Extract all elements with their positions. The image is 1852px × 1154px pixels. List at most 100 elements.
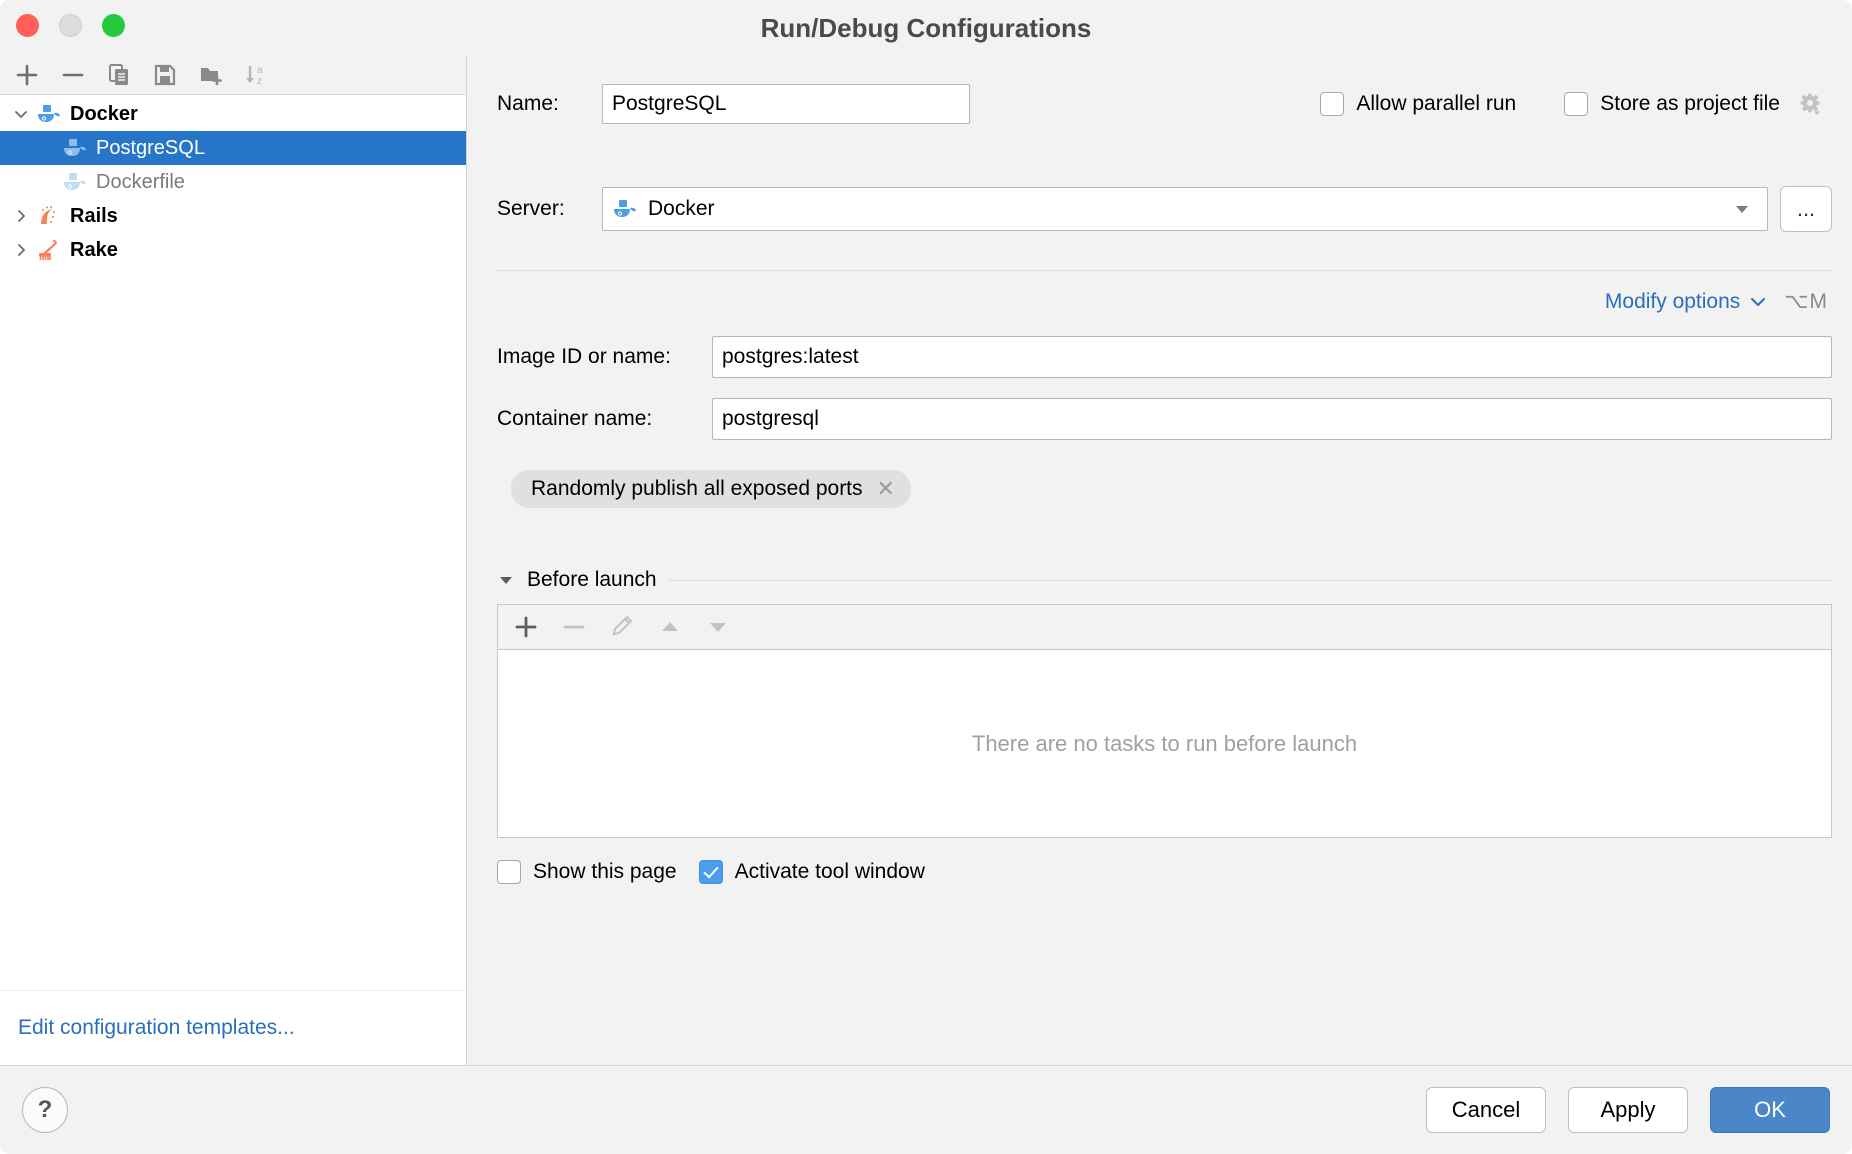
edit-task-button	[604, 610, 640, 644]
help-button[interactable]: ?	[22, 1087, 68, 1133]
server-dropdown-value: Docker	[648, 197, 715, 221]
cancel-label: Cancel	[1452, 1097, 1520, 1123]
image-id-input[interactable]: postgres:latest	[712, 336, 1832, 378]
name-label: Name:	[497, 92, 602, 116]
show-this-page-label: Show this page	[533, 860, 677, 884]
close-icon[interactable]: ✕	[877, 478, 895, 500]
chevron-down-icon[interactable]	[1748, 292, 1768, 312]
name-input-value: PostgreSQL	[612, 92, 726, 116]
tree-node-label: Docker	[70, 103, 138, 126]
section-rule	[669, 580, 1832, 581]
copy-configuration-button[interactable]	[102, 60, 136, 90]
activate-tool-window-checkbox[interactable]	[699, 860, 723, 884]
triangle-down-icon[interactable]	[497, 571, 515, 589]
image-id-row: Image ID or name: postgres:latest	[497, 336, 1832, 378]
store-as-project-file-checkbox-row[interactable]: Store as project file	[1564, 91, 1824, 117]
traffic-lights	[16, 14, 125, 37]
add-configuration-button[interactable]	[10, 60, 44, 90]
tree-node-postgresql[interactable]: PostgreSQL	[0, 131, 466, 165]
chevron-down-icon[interactable]	[8, 106, 34, 122]
form-divider	[497, 270, 1832, 271]
options-chips-row: Randomly publish all exposed ports ✕	[497, 470, 1832, 508]
docker-whale-icon	[34, 103, 64, 125]
chevron-down-icon[interactable]	[1731, 198, 1767, 220]
configurations-sidebar: a z	[0, 56, 467, 1065]
tree-node-label: PostgreSQL	[96, 137, 205, 160]
before-launch-section-header[interactable]: Before launch	[497, 568, 1832, 592]
configurations-tree[interactable]: Docker PostgreSQL	[0, 95, 466, 990]
chevron-right-icon[interactable]	[8, 242, 34, 258]
add-task-button[interactable]	[508, 610, 544, 644]
store-as-project-file-checkbox[interactable]	[1564, 92, 1588, 116]
option-chip-label: Randomly publish all exposed ports	[531, 477, 863, 501]
apply-button[interactable]: Apply	[1568, 1087, 1688, 1133]
allow-parallel-run-checkbox-row[interactable]: Allow parallel run	[1320, 92, 1516, 116]
configuration-form: Name: PostgreSQL Allow parallel run Stor…	[467, 56, 1852, 1065]
apply-label: Apply	[1600, 1097, 1655, 1123]
move-task-up-button	[652, 610, 688, 644]
svg-text:z: z	[257, 76, 262, 87]
run-debug-configurations-dialog: Run/Debug Configurations	[0, 0, 1852, 1154]
tree-node-rake[interactable]: Rake	[0, 233, 466, 267]
store-as-project-file-label: Store as project file	[1600, 92, 1780, 116]
rake-icon	[34, 238, 64, 262]
close-window-button[interactable]	[16, 14, 39, 37]
container-name-row: Container name: postgresql	[497, 398, 1832, 440]
modify-options-link[interactable]: Modify options	[1605, 290, 1740, 314]
bottom-checkboxes-row: Show this page Activate tool window	[497, 860, 1832, 884]
tree-node-label: Dockerfile	[96, 171, 185, 194]
before-launch-empty-text: There are no tasks to run before launch	[498, 650, 1831, 837]
sort-configurations-button[interactable]: a z	[240, 60, 274, 90]
activate-tool-window-label: Activate tool window	[735, 860, 925, 884]
minimize-window-button[interactable]	[59, 14, 82, 37]
gear-icon[interactable]	[1798, 91, 1824, 117]
ok-label: OK	[1754, 1097, 1786, 1123]
container-name-input[interactable]: postgresql	[712, 398, 1832, 440]
image-id-label: Image ID or name:	[497, 345, 712, 369]
ok-button[interactable]: OK	[1710, 1087, 1830, 1133]
remove-task-button	[556, 610, 592, 644]
name-input[interactable]: PostgreSQL	[602, 84, 970, 124]
chevron-right-icon[interactable]	[8, 208, 34, 224]
help-label: ?	[38, 1096, 53, 1124]
docker-whale-icon	[60, 137, 90, 159]
dialog-body: a z	[0, 56, 1852, 1065]
page-title: Run/Debug Configurations	[0, 13, 1852, 44]
tree-node-dockerfile[interactable]: Dockerfile	[0, 165, 466, 199]
modify-options-shortcut: ⌥M	[1784, 289, 1828, 314]
server-dropdown[interactable]: Docker	[602, 187, 1768, 231]
show-this-page-checkbox-row[interactable]: Show this page	[497, 860, 677, 884]
move-task-down-button	[700, 610, 736, 644]
activate-tool-window-checkbox-row[interactable]: Activate tool window	[699, 860, 925, 884]
show-this-page-checkbox[interactable]	[497, 860, 521, 884]
save-configuration-button[interactable]	[148, 60, 182, 90]
new-folder-button[interactable]	[194, 60, 228, 90]
tree-node-rails[interactable]: Rails	[0, 199, 466, 233]
container-name-label: Container name:	[497, 407, 712, 431]
name-row: Name: PostgreSQL Allow parallel run Stor…	[497, 84, 1832, 124]
modify-options-row: Modify options ⌥M	[497, 289, 1832, 314]
tree-node-docker[interactable]: Docker	[0, 97, 466, 131]
allow-parallel-run-checkbox[interactable]	[1320, 92, 1344, 116]
sidebar-toolbar: a z	[0, 56, 466, 95]
before-launch-title: Before launch	[527, 568, 657, 592]
rails-icon	[34, 204, 64, 228]
server-browse-button[interactable]: ...	[1780, 186, 1832, 232]
image-id-value: postgres:latest	[722, 345, 859, 369]
server-label: Server:	[497, 197, 602, 221]
zoom-window-button[interactable]	[102, 14, 125, 37]
before-launch-tasks-box: There are no tasks to run before launch	[497, 604, 1832, 838]
cancel-button[interactable]: Cancel	[1426, 1087, 1546, 1133]
title-bar: Run/Debug Configurations	[0, 0, 1852, 56]
option-chip-randomly-publish-ports[interactable]: Randomly publish all exposed ports ✕	[511, 470, 911, 508]
dialog-footer: ? Cancel Apply OK	[0, 1065, 1852, 1154]
docker-whale-icon	[612, 198, 638, 220]
before-launch-toolbar	[498, 605, 1831, 650]
tree-node-label: Rails	[70, 205, 118, 228]
allow-parallel-run-label: Allow parallel run	[1356, 92, 1516, 116]
remove-configuration-button[interactable]	[56, 60, 90, 90]
edit-configuration-templates-link[interactable]: Edit configuration templates...	[18, 1016, 295, 1040]
svg-text:a: a	[257, 65, 263, 76]
container-name-value: postgresql	[722, 407, 819, 431]
server-browse-label: ...	[1797, 196, 1815, 222]
